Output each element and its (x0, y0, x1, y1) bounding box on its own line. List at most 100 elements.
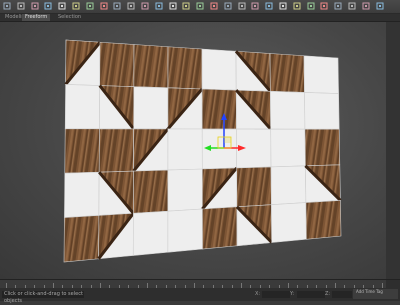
time-tag-area[interactable]: Add Time Tag (353, 289, 398, 299)
timeline-tick (288, 283, 289, 288)
timeline-tick (128, 285, 130, 288)
wall-tile (270, 165, 307, 206)
wall-tile (167, 168, 203, 212)
curve-editor-icon[interactable] (307, 2, 315, 10)
timeline-tick (43, 285, 45, 288)
y-field[interactable] (297, 291, 325, 298)
timeline-tick (231, 285, 233, 288)
wall-tile (304, 92, 340, 130)
wall-tile (236, 166, 272, 208)
reference-coord-icon[interactable] (169, 2, 177, 10)
main-toolbar (0, 0, 400, 14)
z-field[interactable] (332, 291, 352, 298)
wall-tile (167, 46, 203, 90)
timeline-tick (316, 285, 318, 288)
timeline-tick (363, 285, 365, 288)
timeline-tick (259, 285, 261, 288)
spinner-snap-icon[interactable] (238, 2, 246, 10)
wall-tile (305, 200, 342, 240)
ribbon-tab-bar: Modeling Freeform Selection (0, 14, 400, 22)
wall-tile (303, 55, 339, 94)
add-time-tag-label: Add Time Tag (356, 289, 383, 294)
wall-tile (201, 48, 237, 91)
timeline-tick (24, 285, 26, 288)
timeline-tick (34, 285, 36, 288)
wall-tile (167, 128, 203, 171)
mirror-icon[interactable] (265, 2, 273, 10)
timeline-tick (194, 283, 195, 288)
timeline-tick (344, 285, 346, 288)
y-label: Y: (290, 291, 295, 297)
timeline-tick (109, 285, 111, 288)
timeline-tick (71, 285, 73, 288)
tab-selection[interactable]: Selection (55, 14, 84, 21)
status-bar: Click or click-and-drag to select object… (0, 279, 400, 304)
wall-tile (64, 84, 101, 130)
timeline-tick (156, 285, 158, 288)
render-frame-icon[interactable] (362, 2, 370, 10)
tab-freeform[interactable]: Freeform (22, 14, 51, 21)
tiled-wall-panel (63, 39, 342, 263)
layers-icon[interactable] (293, 2, 301, 10)
timeline-tick (203, 285, 205, 288)
bind-icon[interactable] (58, 2, 66, 10)
timeline-tick (15, 285, 17, 288)
snap-icon[interactable] (196, 2, 204, 10)
timeline-tick (382, 283, 383, 288)
wall-tile (133, 169, 169, 214)
x-field[interactable] (262, 291, 290, 298)
unlink-icon[interactable] (44, 2, 52, 10)
rotate-icon[interactable] (141, 2, 149, 10)
timeline-tick (250, 285, 252, 288)
align-icon[interactable] (279, 2, 287, 10)
timeline-tick (137, 285, 139, 288)
wall-tile (64, 171, 100, 218)
wall-tile (269, 53, 305, 93)
angle-snap-icon[interactable] (210, 2, 218, 10)
z-label: Z: (325, 291, 331, 297)
schematic-icon[interactable] (320, 2, 328, 10)
prompt-line: Click or click-and-drag to select object… (2, 291, 84, 304)
render-icon[interactable] (376, 2, 384, 10)
wall-tile (271, 202, 307, 243)
timeline-tick (335, 283, 336, 288)
timeline-tick (278, 285, 280, 288)
scene-render (63, 39, 342, 263)
move-icon[interactable] (127, 2, 135, 10)
percent-snap-icon[interactable] (224, 2, 232, 10)
redo-icon[interactable] (17, 2, 25, 10)
timeline-tick (100, 283, 101, 288)
select-icon[interactable] (72, 2, 80, 10)
timeline-tick (90, 285, 92, 288)
timeline-tick (222, 285, 224, 288)
time-slider[interactable] (0, 280, 386, 288)
wall-tile (270, 128, 306, 168)
undo-icon[interactable] (3, 2, 11, 10)
command-panel-edge (386, 22, 400, 279)
timeline-tick (175, 285, 177, 288)
timeline-tick (269, 285, 271, 288)
region-select-icon[interactable] (100, 2, 108, 10)
window-crossing-icon[interactable] (113, 2, 121, 10)
timeline-tick (325, 285, 327, 288)
wall-tile (132, 210, 169, 256)
wall-tile (64, 128, 100, 174)
select-by-name-icon[interactable] (86, 2, 94, 10)
wall-tile (201, 88, 237, 130)
named-sets-icon[interactable] (251, 2, 259, 10)
x-label: X: (255, 291, 261, 297)
timeline-tick (306, 285, 308, 288)
pivot-icon[interactable] (182, 2, 190, 10)
wall-tile (270, 90, 306, 130)
timeline-tick (6, 283, 7, 288)
timeline-tick (241, 283, 242, 288)
render-setup-icon[interactable] (348, 2, 356, 10)
link-icon[interactable] (31, 2, 39, 10)
timeline-tick (118, 285, 120, 288)
perspective-viewport[interactable] (0, 22, 400, 279)
wall-tile (304, 128, 341, 167)
timeline-tick (62, 285, 64, 288)
scale-icon[interactable] (155, 2, 163, 10)
material-editor-icon[interactable] (334, 2, 342, 10)
timeline-tick (372, 285, 374, 288)
